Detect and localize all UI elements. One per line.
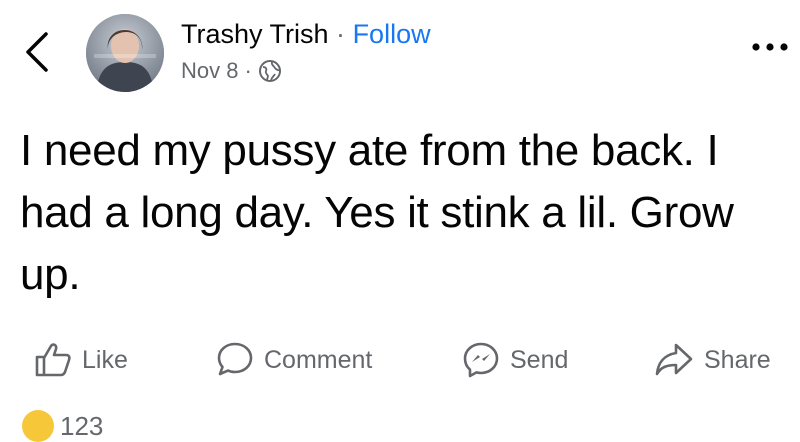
reaction-count: 123 xyxy=(60,410,104,441)
comment-label: Comment xyxy=(264,345,373,374)
post-date[interactable]: Nov 8 xyxy=(181,56,238,86)
thumbs-up-icon xyxy=(35,343,71,377)
globe-icon xyxy=(258,59,282,83)
avatar[interactable] xyxy=(86,14,164,92)
comment-button[interactable]: Comment xyxy=(216,338,372,382)
follow-button[interactable]: Follow xyxy=(353,19,431,49)
like-button[interactable]: Like xyxy=(34,338,128,382)
profile-photo xyxy=(86,14,164,92)
share-arrow-icon xyxy=(655,343,693,376)
reactions-summary[interactable]: 123 xyxy=(22,410,103,442)
share-label: Share xyxy=(704,345,771,374)
meta-separator: · xyxy=(244,58,252,83)
chevron-left-icon xyxy=(26,32,48,72)
back-button[interactable] xyxy=(22,30,54,74)
ellipsis-icon xyxy=(752,43,788,51)
share-button[interactable]: Share xyxy=(654,338,771,382)
send-button[interactable]: Send xyxy=(462,338,568,382)
send-label: Send xyxy=(510,345,569,374)
laughing-emoji-icon xyxy=(22,410,54,442)
more-options-button[interactable] xyxy=(750,38,790,56)
post-text: I need my pussy ate from the back. I had… xyxy=(20,126,734,299)
name-separator: · xyxy=(336,19,346,49)
like-label: Like xyxy=(82,345,128,374)
messenger-icon xyxy=(463,342,499,378)
comment-bubble-icon xyxy=(217,342,253,376)
author-name[interactable]: Trashy Trish xyxy=(181,19,329,49)
